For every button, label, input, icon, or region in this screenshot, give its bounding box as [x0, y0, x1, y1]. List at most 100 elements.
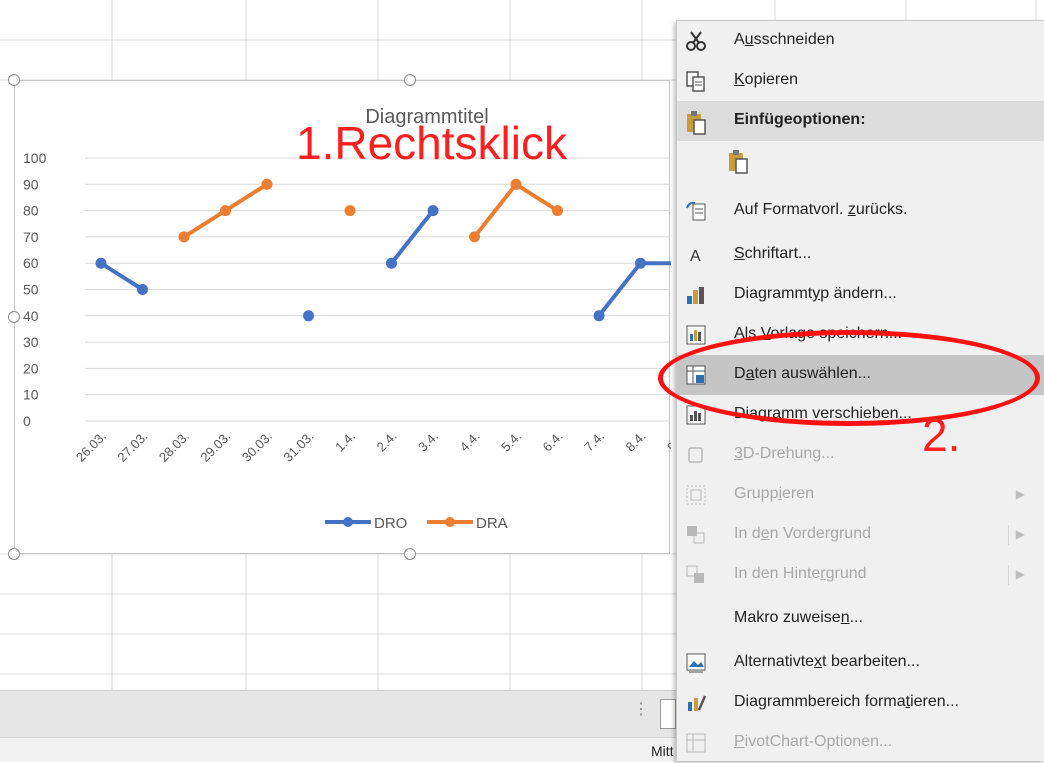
- label-text: p ändern...: [820, 285, 897, 302]
- menu-item-label: 3D-Drehung...: [734, 445, 835, 463]
- label-text: Diagrammt: [734, 285, 813, 302]
- y-tick-label: 80: [23, 203, 39, 219]
- scroll-button[interactable]: [660, 699, 676, 729]
- menu-item-ausschneiden[interactable]: Ausschneiden: [677, 21, 1044, 61]
- bring-forward-icon: [685, 524, 707, 546]
- access-key: 3: [734, 445, 743, 462]
- x-tick-label: 27.03.: [114, 429, 150, 465]
- data-point-dro: [427, 205, 439, 217]
- label-text: sschneiden: [753, 31, 835, 48]
- data-point-dro: [137, 284, 148, 295]
- menu-item-alternativtext-bearbeiten[interactable]: Alternativtext bearbeiten...: [677, 643, 1044, 683]
- label-text: ...: [849, 609, 863, 626]
- menu-item-diagrammtyp-ändern[interactable]: Diagrammtyp ändern...: [677, 275, 1044, 315]
- menu-item-label: Diagrammbereich formatieren...: [734, 693, 959, 711]
- label-text: In d: [734, 525, 761, 542]
- legend-label-dro: DRO: [374, 515, 407, 532]
- label-text: opieren: [744, 71, 799, 88]
- menu-item-einfügeoptionen: Einfügeoptionen:: [677, 101, 1044, 141]
- label-text: Einfügeoptionen:: [734, 111, 866, 128]
- submenu-arrow-icon: ▶: [1015, 487, 1025, 501]
- menu-item-paste-option[interactable]: [677, 141, 1044, 185]
- resize-handle-bottom-left[interactable]: [8, 548, 20, 560]
- data-point-dro: [386, 257, 397, 269]
- save-template-icon: [685, 324, 707, 346]
- menu-item-label: In den Vordergrund: [734, 525, 871, 543]
- x-tick-label: 29.03.: [197, 429, 233, 465]
- access-key: K: [734, 71, 745, 88]
- resize-handle-top-left[interactable]: [8, 74, 20, 86]
- legend-marker-dra: [445, 517, 455, 527]
- y-tick-label: 20: [23, 360, 39, 376]
- pivot-options-icon: [685, 732, 707, 754]
- menu-item-pivotchart-optionen[interactable]: PivotChart-Optionen...: [677, 723, 1044, 763]
- menu-item-label: Ausschneiden: [734, 31, 835, 49]
- menu-item-label: Alternativtext bearbeiten...: [734, 653, 920, 671]
- label-text: A: [734, 31, 745, 48]
- y-tick-label: 40: [23, 308, 39, 324]
- legend-label-dra: DRA: [476, 515, 508, 532]
- data-point-dro: [95, 257, 107, 269]
- x-tick-label: 3.4.: [415, 429, 441, 455]
- menu-item-diagrammbereich-formatieren[interactable]: Diagrammbereich formatieren...: [677, 683, 1044, 723]
- menu-item-makro-zuweisen[interactable]: Makro zuweisen...: [677, 599, 1044, 639]
- alt-text-icon: [685, 652, 707, 674]
- x-tick-label: 7.4.: [581, 429, 607, 455]
- resize-handle-top-middle[interactable]: [404, 74, 416, 86]
- scissors-icon: [685, 30, 707, 52]
- label-text: Grupp: [734, 485, 779, 502]
- label-text: D-Drehung...: [742, 445, 835, 462]
- annotation-step2: 2.: [922, 409, 961, 461]
- splitter-dots[interactable]: ⋮: [633, 699, 649, 719]
- menu-item-auf-formatvorl-zurücks[interactable]: Auf Formatvorl. zurücks.: [677, 191, 1044, 231]
- rotation-3d-icon: [685, 444, 707, 466]
- x-tick-label: 1.4.: [332, 429, 358, 455]
- x-tick-label: 8.4.: [623, 429, 649, 455]
- label-text: n Vordergrund: [769, 525, 871, 542]
- access-key: z: [847, 201, 856, 218]
- data-point-dro: [635, 257, 646, 269]
- data-point-dra: [220, 205, 231, 217]
- paste-icon: [685, 110, 707, 135]
- menu-item-label: Diagrammtyp ändern...: [734, 285, 897, 303]
- reset-style-icon: [685, 200, 707, 222]
- y-tick-label: 100: [23, 150, 47, 166]
- label-text: ivotChart-Optionen...: [744, 733, 893, 750]
- x-tick-label: 4.4.: [457, 429, 483, 455]
- copy-icon: [685, 70, 707, 92]
- x-tick-label: 28.03.: [156, 429, 192, 465]
- y-tick-label: 0: [23, 413, 31, 429]
- label-text: In den Hinte: [734, 565, 821, 582]
- menu-item-gruppieren[interactable]: Gruppieren ▶: [677, 475, 1044, 515]
- access-key: S: [734, 245, 745, 262]
- menu-item-schriftart[interactable]: A Schriftart...: [677, 235, 1044, 275]
- y-tick-label: 60: [23, 255, 39, 271]
- access-key: u: [744, 31, 754, 48]
- data-point-dra: [552, 205, 563, 217]
- resize-handle-middle-left[interactable]: [8, 311, 20, 323]
- label-text: Auf Formatvorl.: [734, 201, 848, 218]
- y-tick-label: 70: [23, 229, 39, 245]
- x-tick-label: 31.03.: [280, 429, 316, 465]
- label-text: grund: [825, 565, 867, 582]
- label-text: eren: [782, 485, 815, 502]
- y-tick-label: 10: [23, 387, 39, 403]
- x-tick-label: 5.4.: [498, 429, 524, 455]
- data-point-dra: [344, 205, 356, 217]
- submenu-arrow-icon: ▶: [1015, 527, 1025, 541]
- access-key: e: [760, 525, 770, 542]
- menu-item-in-den-hintergrund[interactable]: In den Hintergrund ▶: [677, 555, 1044, 595]
- access-key: P: [734, 733, 745, 750]
- menu-item-label: PivotChart-Optionen...: [734, 733, 892, 751]
- group-icon: [685, 484, 707, 506]
- resize-handle-bottom-middle[interactable]: [404, 548, 416, 560]
- series-line-dro: [99, 261, 144, 292]
- send-backward-icon: [685, 564, 707, 586]
- menu-item-3d-drehung[interactable]: 3D-Drehung...: [677, 435, 1044, 475]
- legend-marker-dro: [343, 517, 353, 527]
- paste-option-icon: [727, 149, 749, 174]
- menu-item-label: Einfügeoptionen:: [734, 111, 866, 129]
- menu-item-kopieren[interactable]: Kopieren: [677, 61, 1044, 101]
- menu-item-in-den-vordergrund[interactable]: In den Vordergrund ▶: [677, 515, 1044, 555]
- menu-item-label: Schriftart...: [734, 245, 811, 263]
